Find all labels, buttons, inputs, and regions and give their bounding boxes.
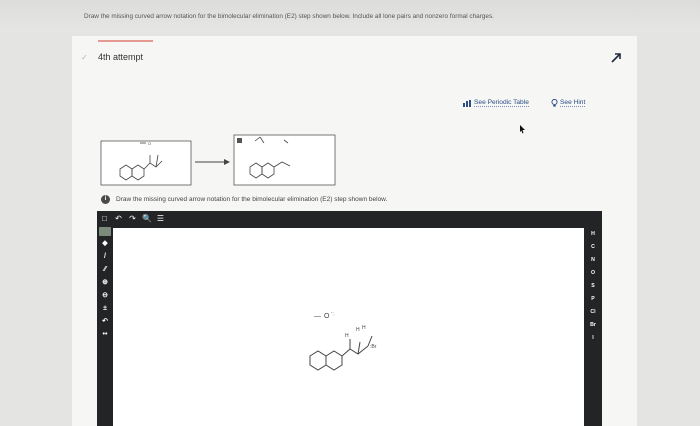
element-br-button[interactable]: Br: [590, 321, 596, 330]
attempt-label: 4th attempt: [98, 52, 144, 62]
svg-text:H: H: [362, 325, 366, 331]
left-tool-panel: ◆ / ⁄⁄ ⊕ ⊖ ± ↶ ••: [98, 227, 112, 426]
mouse-cursor-icon: [520, 125, 525, 134]
element-i-button[interactable]: I: [592, 334, 593, 343]
svg-text:O: O: [324, 313, 330, 320]
reaction-scheme: O: [100, 134, 336, 186]
svg-text:O: O: [148, 141, 151, 146]
hint-link[interactable]: See Hint: [551, 99, 586, 107]
element-cl-button[interactable]: Cl: [590, 308, 595, 317]
attempt-underline: [98, 40, 153, 42]
question-text: Draw the missing curved arrow notation f…: [116, 196, 388, 203]
bar-chart-icon: [463, 99, 471, 107]
periodic-table-link[interactable]: See Periodic Table: [463, 99, 529, 107]
check-icon: ✓: [81, 53, 88, 62]
canvas-molecule: — O .. ⁻ H H H :Br: [309, 309, 377, 371]
svg-text::Br: :Br: [370, 344, 377, 350]
curved-arrow-icon[interactable]: ↶: [102, 317, 108, 327]
element-c-button[interactable]: C: [591, 243, 595, 252]
menu-icon[interactable]: ☰: [156, 214, 165, 223]
electron-pair-icon[interactable]: ••: [103, 330, 108, 340]
lone-pair-tool-icon[interactable]: ⁄⁄: [104, 265, 106, 275]
new-document-icon[interactable]: □: [100, 214, 109, 223]
element-o-button[interactable]: O: [591, 269, 595, 278]
select-tool-icon[interactable]: [99, 227, 111, 236]
instructions-text: Draw the missing curved arrow notation f…: [84, 13, 494, 20]
lightbulb-icon: [551, 99, 558, 107]
eraser-icon[interactable]: ◆: [102, 239, 107, 249]
svg-text:—: —: [314, 313, 321, 320]
element-s-button[interactable]: S: [591, 282, 594, 291]
periodic-table-label: See Periodic Table: [474, 99, 529, 107]
zoom-icon[interactable]: 🔍: [142, 214, 152, 223]
undo-icon[interactable]: ↶: [114, 214, 123, 223]
positive-charge-icon[interactable]: ⊕: [102, 278, 108, 288]
redo-icon[interactable]: ↷: [128, 214, 137, 223]
negative-charge-icon[interactable]: ⊖: [102, 291, 108, 301]
element-n-button[interactable]: N: [591, 256, 595, 265]
plus-minus-icon[interactable]: ±: [103, 304, 107, 314]
element-p-button[interactable]: P: [591, 295, 594, 304]
element-h-button[interactable]: H: [591, 230, 595, 239]
svg-text:⁻: ⁻: [333, 313, 335, 318]
single-bond-icon[interactable]: /: [104, 252, 106, 262]
svg-text:H: H: [345, 333, 349, 339]
element-tool-panel: H C N O S P Cl Br I: [586, 230, 600, 343]
svg-text:H: H: [356, 327, 360, 333]
hint-label: See Hint: [560, 99, 586, 107]
collapse-arrow-icon[interactable]: [611, 53, 621, 63]
editor-toolbar: □ ↶ ↷ 🔍 ☰: [100, 213, 165, 224]
info-icon: i: [101, 195, 110, 204]
